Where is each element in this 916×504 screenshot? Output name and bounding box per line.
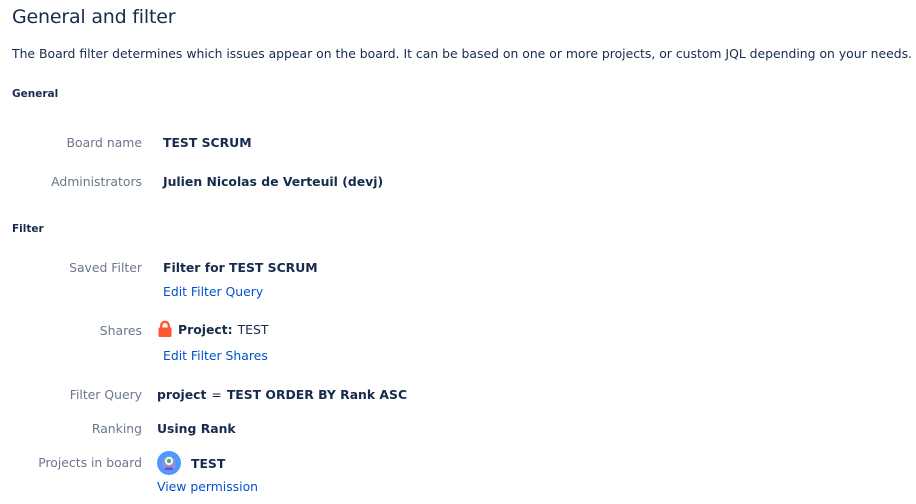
saved-filter-label: Saved Filter xyxy=(69,260,142,275)
administrators-label: Administrators xyxy=(51,174,142,189)
shares-value: Project: TEST xyxy=(157,320,268,338)
filter-query-label: Filter Query xyxy=(69,387,142,402)
saved-filter-value: Filter for TEST SCRUM xyxy=(163,260,318,275)
filter-query-keyword: project xyxy=(157,387,207,402)
project-avatar-icon xyxy=(157,451,181,475)
edit-filter-query-link[interactable]: Edit Filter Query xyxy=(163,284,263,299)
filter-section-heading: Filter xyxy=(12,223,44,235)
shares-type: Project: xyxy=(178,321,233,337)
board-name-value: TEST SCRUM xyxy=(163,135,252,150)
projects-in-board-label: Projects in board xyxy=(38,455,142,470)
page-title: General and filter xyxy=(12,6,176,28)
ranking-value: Using Rank xyxy=(157,421,236,436)
filter-query-value: project = TEST ORDER BY Rank ASC xyxy=(157,387,407,402)
view-permission-link[interactable]: View permission xyxy=(157,479,258,494)
edit-filter-shares-link[interactable]: Edit Filter Shares xyxy=(163,348,268,363)
administrators-value: Julien Nicolas de Verteuil (devj) xyxy=(163,174,384,189)
shares-project: TEST xyxy=(237,321,269,337)
ranking-label: Ranking xyxy=(91,421,142,436)
project-name[interactable]: TEST xyxy=(191,456,225,471)
lock-icon xyxy=(157,320,173,338)
shares-label: Shares xyxy=(99,323,142,338)
filter-query-operator: = xyxy=(211,387,222,402)
general-section-heading: General xyxy=(12,88,59,100)
filter-query-rest: TEST ORDER BY Rank ASC xyxy=(226,387,408,402)
board-name-label: Board name xyxy=(66,135,143,150)
page-description: The Board filter determines which issues… xyxy=(12,46,912,61)
project-entry: TEST xyxy=(157,451,225,475)
